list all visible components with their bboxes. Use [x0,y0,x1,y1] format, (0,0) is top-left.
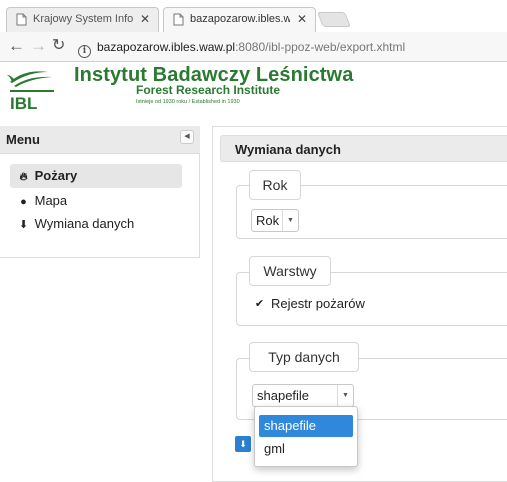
dropdown-option-gml[interactable]: gml [259,438,353,460]
browser-tab-bazapozarow[interactable]: bazapozarow.ibles.waw.p ✕ [163,7,316,32]
sidebar-header: Menu ◀ [0,126,200,154]
tab-title: Krajowy System Informac [33,13,133,25]
rejestr-pozarow-label[interactable]: Rejestr pożarów [271,296,365,311]
page-title: Wymiana danych [235,142,341,157]
page-icon [173,13,184,26]
typ-danych-select-value: shapefile [257,388,310,403]
collapse-sidebar-button[interactable]: ◀ [180,130,194,144]
reload-icon[interactable]: ↻ [52,36,65,56]
info-icon[interactable]: i [78,45,91,58]
download-button[interactable]: ⬇ [235,436,251,452]
organization-subtitle: Forest Research Institute [136,83,281,97]
dropdown-option-shapefile[interactable]: shapefile [259,415,353,437]
address-bar[interactable]: i bazapozarow.ibles.waw.pl:8080/ibl-ppoz-… [78,38,405,58]
fire-icon: 🔥︎ [19,171,28,183]
established-note: Istnieje od 1930 roku / Established in 1… [136,99,240,105]
sidebar-item-label: Wymiana danych [34,216,135,231]
page-icon [16,13,27,26]
warstwy-legend: Warstwy [249,256,331,286]
close-icon[interactable]: ✕ [140,8,150,31]
browser-tab-ksip[interactable]: Krajowy System Informac ✕ [6,7,159,32]
sidebar-item-label: Mapa [34,193,68,208]
sidebar-title: Menu [6,132,40,147]
chevron-down-icon[interactable]: ▼ [337,385,353,406]
typ-danych-dropdown: shapefile gml [254,406,358,467]
sidebar-item-label: Pożary [34,168,78,183]
tab-title: bazapozarow.ibles.waw.p [190,13,290,25]
logo-text: IBL [10,94,37,111]
download-icon: ⬇ [18,219,29,231]
browser-toolbar: ← → ↻ i bazapozarow.ibles.waw.pl:8080/ibl… [0,32,507,62]
close-icon[interactable]: ✕ [297,8,307,31]
sidebar-item-pozary[interactable]: 🔥︎ Pożary [10,164,182,188]
url-host: bazapozarow.ibles.waw.pl [97,40,236,54]
logo-graphic: IBL [7,71,54,113]
rok-select[interactable]: Rok ▼ [251,209,299,232]
typ-danych-legend: Typ danych [249,342,359,372]
rejestr-pozarow-checkbox[interactable]: ✔ [253,298,266,311]
new-tab-button[interactable] [316,12,352,27]
back-arrow-icon[interactable]: ← [8,36,25,56]
sidebar-item-mapa[interactable]: ● Mapa [10,189,182,213]
download-icon: ⬇ [239,439,247,449]
ibl-logo[interactable]: IBL [6,67,58,113]
main-panel-header: Wymiana danych [220,135,507,162]
rok-select-value: Rok [256,213,280,228]
url-path: :8080/ibl-ppoz-web/export.xhtml [235,40,406,54]
typ-danych-select[interactable]: shapefile ▼ [252,384,354,407]
chevron-down-icon: ▼ [282,210,298,231]
forward-arrow-icon[interactable]: → [30,36,47,56]
rok-legend: Rok [249,170,301,200]
browser-tab-strip: Krajowy System Informac ✕ bazapozarow.ib… [0,0,507,32]
globe-icon: ● [20,196,27,208]
sidebar-item-wymiana-danych[interactable]: ⬇ Wymiana danych [10,212,182,236]
